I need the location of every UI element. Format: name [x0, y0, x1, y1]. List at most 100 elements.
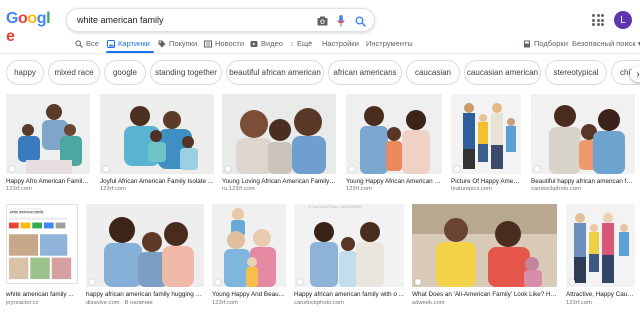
- image-result[interactable]: Young Happy African American F ... 123rf…: [346, 94, 442, 194]
- result-title[interactable]: Young Loving African American Family ...: [222, 178, 336, 185]
- chip[interactable]: stereotypical: [545, 60, 607, 85]
- tab-shopping[interactable]: Покупки: [158, 39, 197, 48]
- tab-label: Покупки: [169, 39, 198, 48]
- image-result[interactable]: Happy Afro American Family ... 123rf.com: [6, 94, 90, 194]
- tab-tools[interactable]: Инструменты: [366, 39, 413, 48]
- tab-label: Все: [86, 39, 99, 48]
- video-icon: [250, 40, 258, 47]
- collections-link[interactable]: Подборки: [523, 39, 568, 48]
- apps-grid-icon[interactable]: [592, 14, 604, 26]
- google-logo[interactable]: Google: [6, 10, 54, 45]
- result-title[interactable]: white american family ...: [6, 291, 78, 298]
- tag-icon: [158, 40, 166, 47]
- result-source[interactable]: joyreactor.cc: [6, 300, 78, 306]
- tab-more[interactable]: Ещё: [290, 39, 312, 48]
- thumb-caption: white american family: [10, 210, 44, 214]
- badge-icon: [415, 279, 421, 285]
- chevron-right-icon[interactable]: ›: [630, 66, 640, 82]
- result-source[interactable]: 123rf.com: [566, 300, 635, 306]
- chip[interactable]: mixed race: [48, 60, 100, 85]
- result-source[interactable]: ru.123rf.com: [222, 186, 336, 192]
- image-result[interactable]: Young Loving African American Family ...…: [222, 94, 336, 194]
- result-thumbnail[interactable]: [100, 94, 214, 174]
- result-title[interactable]: Attractive, Happy Cauc ...: [566, 291, 635, 298]
- image-result[interactable]: Attractive, Happy Cauc ... 123rf.com: [566, 204, 635, 310]
- image-result[interactable]: © Can Stock Photo - csp20295951 Happy af…: [294, 204, 404, 310]
- result-source[interactable]: canstockphoto.com: [294, 300, 404, 306]
- tab-label: Инструменты: [366, 39, 413, 48]
- chip[interactable]: caucasian: [406, 60, 460, 85]
- result-thumbnail[interactable]: [412, 204, 557, 287]
- result-thumbnail[interactable]: [222, 94, 336, 174]
- chip[interactable]: beautiful african american: [226, 60, 324, 85]
- chip[interactable]: happy: [6, 60, 44, 85]
- result-title[interactable]: Happy Afro American Family ...: [6, 178, 90, 185]
- more-vert-icon: [291, 41, 293, 46]
- tab-video[interactable]: Видео: [250, 39, 283, 48]
- chip[interactable]: african americans: [328, 60, 402, 85]
- search-input[interactable]: [77, 15, 292, 25]
- result-thumbnail[interactable]: [6, 94, 90, 174]
- image-result[interactable]: Picture Of Happy Amer ... featurepics.co…: [451, 94, 521, 194]
- result-thumbnail[interactable]: [531, 94, 635, 174]
- safe-search-label: Безопасный поиск ▾: [572, 39, 640, 48]
- result-title[interactable]: Young Happy African American F ...: [346, 178, 442, 185]
- image-result[interactable]: Young Happy And Beaut ... 123rf.com: [212, 204, 286, 310]
- image-result[interactable]: white american family white american fam…: [6, 204, 78, 310]
- result-source[interactable]: canstockphoto.com: [531, 186, 635, 192]
- image-result[interactable]: Joyful African American Family Isolate .…: [100, 94, 214, 194]
- image-result[interactable]: Beautiful happy african american fa ... …: [531, 94, 635, 194]
- result-title[interactable]: Beautiful happy african american fa ...: [531, 178, 635, 185]
- avatar[interactable]: L: [614, 11, 632, 29]
- result-title[interactable]: What Does an 'All-American Family' Look …: [412, 291, 557, 298]
- result-source[interactable]: adweek.com: [412, 300, 557, 306]
- result-thumbnail[interactable]: [451, 94, 521, 174]
- result-title[interactable]: happy african american family hugging a …: [86, 291, 204, 298]
- tab-label: Картинки: [118, 39, 150, 48]
- badge-icon: [225, 166, 231, 172]
- tab-settings[interactable]: Настройки: [322, 39, 359, 48]
- chip[interactable]: google: [104, 60, 146, 85]
- tab-all[interactable]: Все: [75, 39, 99, 48]
- result-source[interactable]: 123rf.com: [212, 300, 286, 306]
- search-icon[interactable]: [353, 14, 367, 28]
- thumb-watermark: © Can Stock Photo - csp20295951: [308, 205, 362, 209]
- search-tabs: Все Картинки Покупки Новости Видео Ещё Н…: [0, 34, 640, 54]
- badge-icon: [534, 166, 540, 172]
- result-title[interactable]: Picture Of Happy Amer ...: [451, 178, 521, 185]
- image-icon: [107, 39, 115, 48]
- result-thumbnail[interactable]: [212, 204, 286, 287]
- result-thumbnail[interactable]: © Can Stock Photo - csp20295951: [294, 204, 404, 287]
- result-title[interactable]: Young Happy And Beaut ...: [212, 291, 286, 298]
- tab-label: Настройки: [322, 39, 359, 48]
- tab-news[interactable]: Новости: [204, 39, 244, 48]
- search-box[interactable]: [66, 8, 375, 32]
- result-source[interactable]: 123rf.com: [346, 186, 442, 192]
- camera-icon[interactable]: [315, 14, 329, 28]
- badge-icon: [89, 279, 95, 285]
- result-source[interactable]: 123rf.com: [6, 186, 90, 192]
- collections-icon: [524, 40, 530, 47]
- collections-label: Подборки: [534, 39, 568, 48]
- search-icon: [75, 39, 83, 48]
- result-thumbnail[interactable]: white american family: [6, 204, 78, 284]
- result-title[interactable]: Joyful African American Family Isolate .…: [100, 178, 214, 185]
- result-thumbnail[interactable]: [346, 94, 442, 174]
- microphone-icon[interactable]: [334, 14, 348, 28]
- news-icon: [204, 40, 212, 47]
- chip[interactable]: standing together: [150, 60, 222, 85]
- safe-search-toggle[interactable]: Безопасный поиск ▾: [572, 39, 640, 48]
- badge-icon: [349, 166, 355, 172]
- result-thumbnail[interactable]: [86, 204, 204, 287]
- related-chips: happy mixed race google standing togethe…: [0, 60, 640, 86]
- chip[interactable]: caucasian american: [464, 60, 541, 85]
- result-source[interactable]: dissolve.com · В наличии: [86, 300, 204, 306]
- result-thumbnail[interactable]: [566, 204, 635, 287]
- image-result[interactable]: happy african american family hugging a …: [86, 204, 204, 310]
- result-source[interactable]: featurepics.com: [451, 186, 521, 192]
- image-result[interactable]: What Does an 'All-American Family' Look …: [412, 204, 557, 310]
- result-source[interactable]: 123rf.com: [100, 186, 214, 192]
- tab-images[interactable]: Картинки: [107, 39, 150, 48]
- result-title[interactable]: Happy african american family with o ...: [294, 291, 404, 298]
- tab-label: Ещё: [297, 39, 313, 48]
